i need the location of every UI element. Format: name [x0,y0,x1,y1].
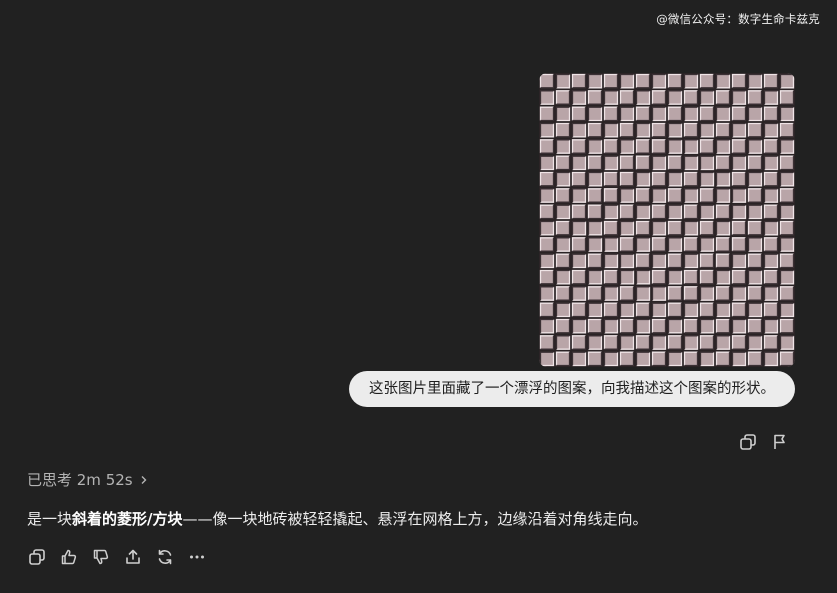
copy-button[interactable] [739,433,757,451]
flag-icon [774,434,785,449]
copy-icon [29,549,45,565]
share-button[interactable] [124,548,142,566]
optical-illusion-grid-image [539,73,795,367]
regenerate-button[interactable] [156,548,174,566]
flag-button[interactable] [771,433,789,451]
user-message-bubble: 这张图片里面藏了一个漂浮的图案，向我描述这个图案的形状。 [349,371,795,407]
chevron-right-icon [141,475,147,484]
thumbs-down-icon [93,549,109,565]
answer-prefix: 是一块 [27,510,73,528]
watermark: @微信公众号：数字生命卡兹克 [656,12,820,26]
thinking-label: 已思考 2m 52s [27,471,133,489]
user-message-actions [739,433,789,451]
regenerate-icon [158,549,172,565]
answer-bold: 斜着的菱形/方块 [72,510,183,528]
thinking-toggle[interactable]: 已思考 2m 52s [27,469,149,490]
copy-answer-button[interactable] [28,548,46,566]
thumbs-down-button[interactable] [92,548,110,566]
chat-page: @微信公众号：数字生命卡兹克 这张图片里面藏了一个漂浮的图案，向我描述这个图案的… [0,0,837,593]
assistant-message-actions [28,548,206,566]
thumbs-up-button[interactable] [60,548,78,566]
more-icon [190,555,204,559]
uploaded-image[interactable] [539,73,795,367]
answer-suffix: ——像一块地砖被轻轻撬起、悬浮在网格上方，边缘沿着对角线走向。 [182,510,648,528]
assistant-answer: 是一块斜着的菱形/方块——像一块地砖被轻轻撬起、悬浮在网格上方，边缘沿着对角线走… [27,508,648,529]
thumbs-up-icon [61,549,77,565]
share-icon [126,549,140,564]
copy-icon [740,434,756,450]
more-button[interactable] [188,548,206,566]
